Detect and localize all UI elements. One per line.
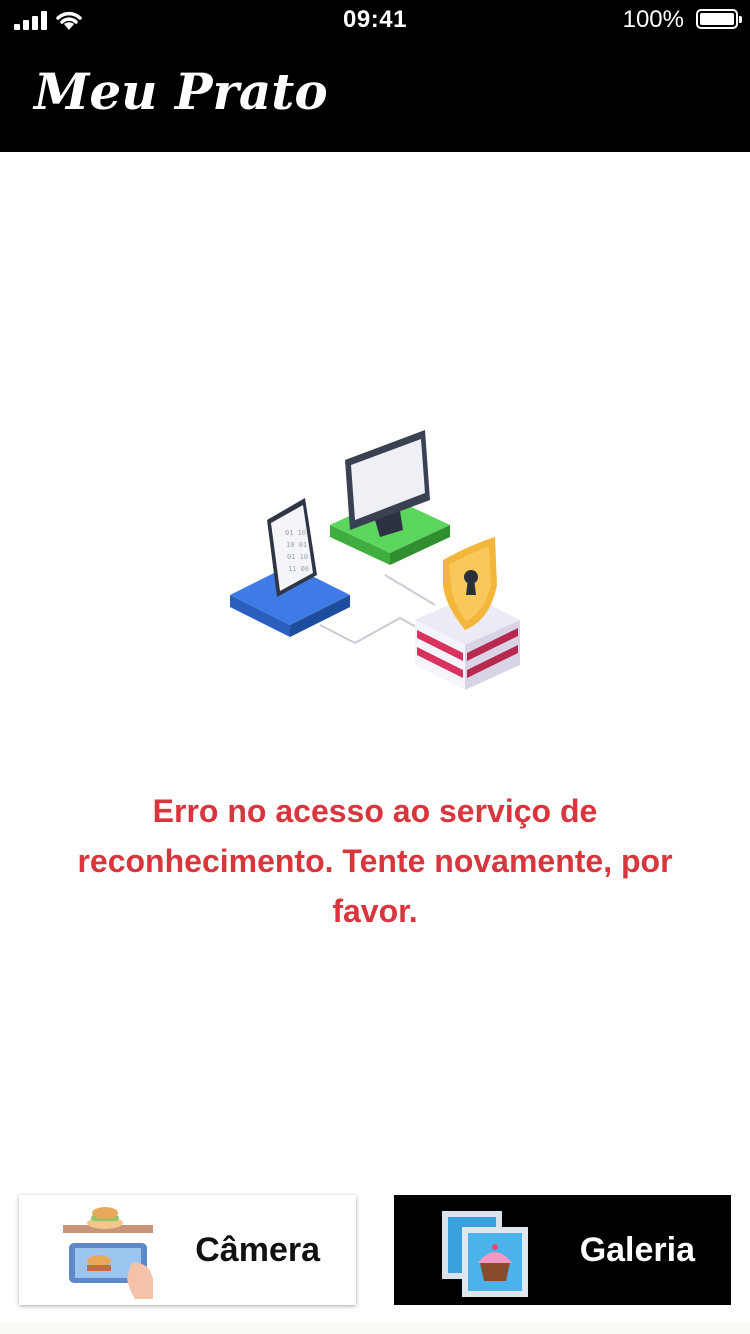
gallery-cupcake-icon (442, 1211, 528, 1297)
app-title: Meu Prato (34, 62, 328, 121)
camera-button[interactable]: Câmera (19, 1195, 356, 1305)
svg-text:10 01: 10 01 (286, 541, 307, 549)
app-header: 09:41 100% Meu Prato (0, 0, 750, 152)
battery-icon (696, 9, 742, 29)
battery-percentage: 100% (622, 6, 684, 33)
camera-button-label: Câmera (195, 1231, 320, 1269)
svg-text:01 10: 01 10 (285, 529, 306, 537)
error-message: Erro no acesso ao serviço de reconhecime… (77, 793, 673, 929)
gallery-button[interactable]: Galeria (394, 1195, 731, 1305)
status-bar: 09:41 100% (0, 0, 750, 40)
gallery-button-label: Galeria (579, 1231, 695, 1269)
bottom-edge (0, 1322, 750, 1334)
svg-text:01 10: 01 10 (287, 553, 308, 561)
camera-food-icon (63, 1207, 153, 1299)
svg-text:11 00: 11 00 (288, 565, 309, 573)
network-security-illustration: 01 10 10 01 01 10 11 00 (230, 430, 520, 690)
